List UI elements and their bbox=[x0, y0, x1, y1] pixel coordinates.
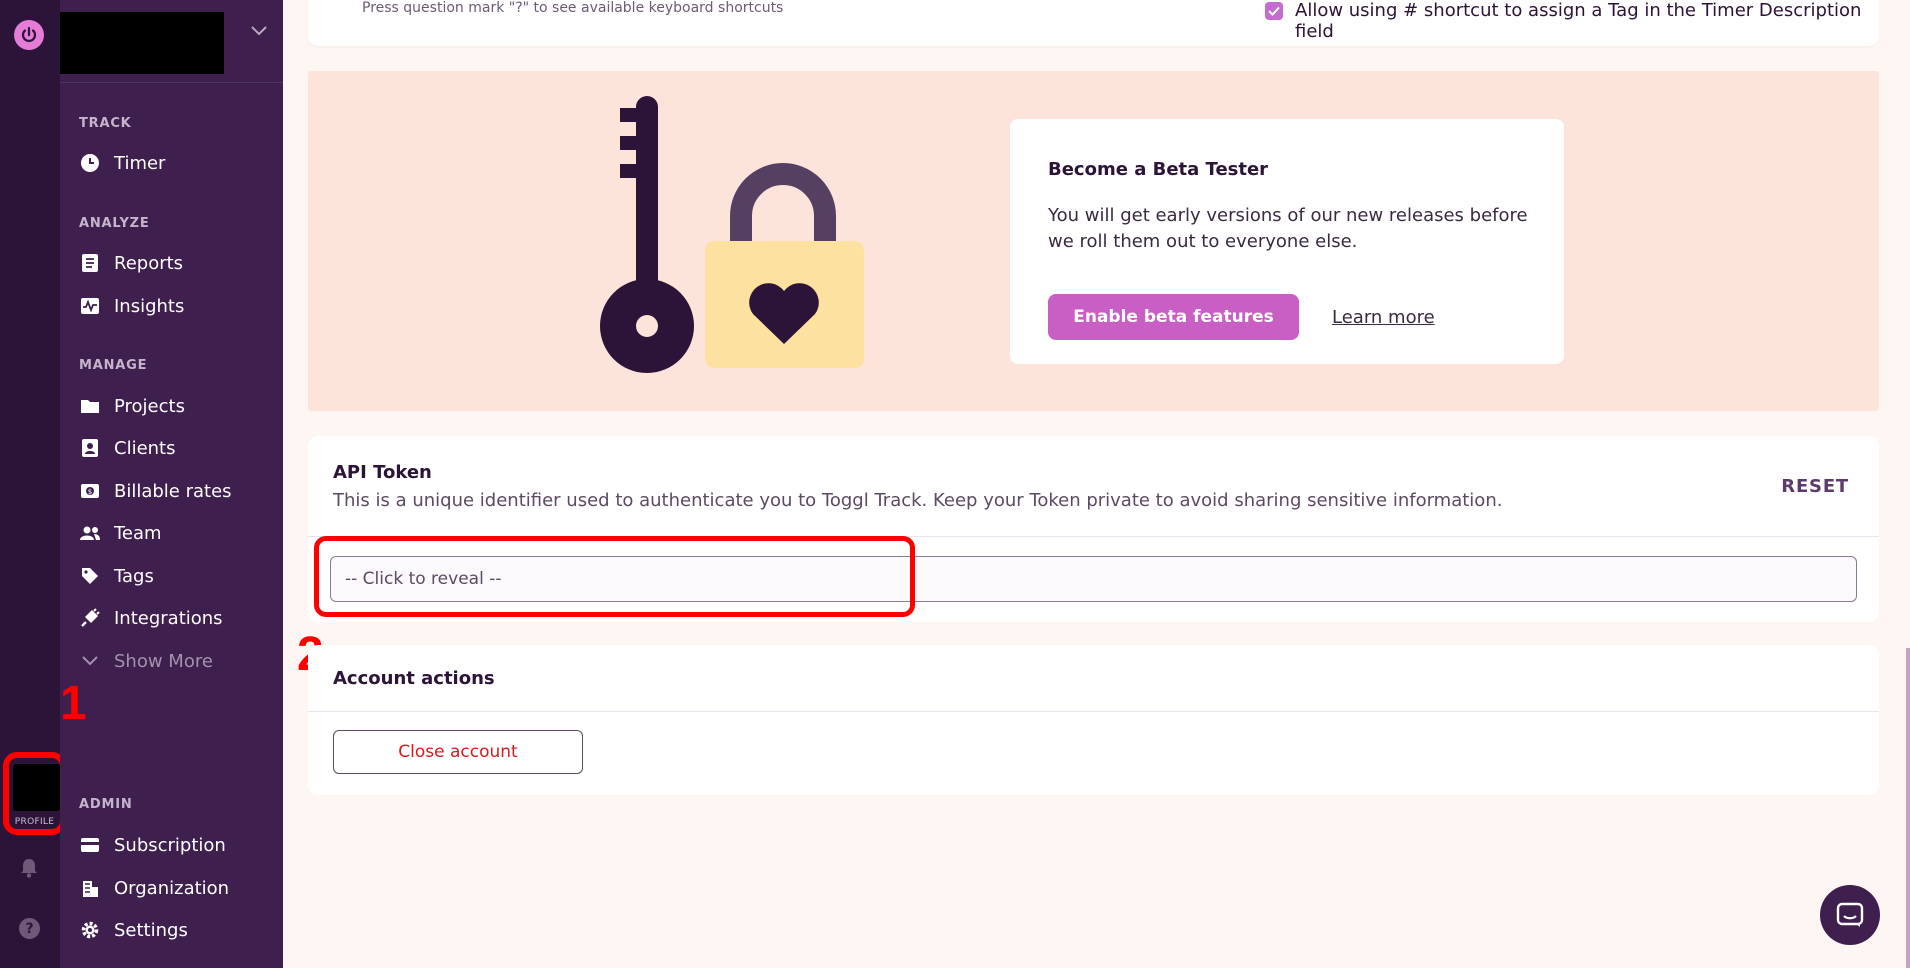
sidebar-item-clients[interactable]: Clients bbox=[79, 433, 176, 463]
report-icon bbox=[79, 252, 101, 274]
sidebar: TRACK Timer ANALYZE Reports Insights MAN… bbox=[60, 0, 283, 968]
reset-token-button[interactable]: RESET bbox=[1781, 476, 1849, 497]
account-actions-title: Account actions bbox=[333, 668, 495, 689]
divider bbox=[308, 711, 1879, 712]
sidebar-item-label: Show More bbox=[114, 650, 213, 672]
sidebar-item-label: Timer bbox=[114, 152, 166, 174]
beta-card: Become a Beta Tester You will get early … bbox=[1010, 119, 1564, 364]
bell-icon[interactable] bbox=[19, 857, 39, 883]
section-label-track: TRACK bbox=[79, 116, 132, 131]
section-label-analyze: ANALYZE bbox=[79, 216, 150, 231]
sidebar-item-label: Clients bbox=[114, 437, 176, 459]
sidebar-item-projects[interactable]: Projects bbox=[79, 391, 185, 421]
building-icon bbox=[79, 877, 101, 899]
beta-description: You will get early versions of our new r… bbox=[1048, 205, 1528, 252]
gear-icon bbox=[79, 919, 101, 941]
sidebar-item-label: Integrations bbox=[114, 607, 223, 629]
sidebar-item-billable-rates[interactable]: $ Billable rates bbox=[79, 476, 232, 506]
plug-icon bbox=[79, 607, 101, 629]
sidebar-item-label: Reports bbox=[114, 252, 184, 274]
power-icon[interactable] bbox=[14, 20, 44, 50]
annotation-highlight-box bbox=[314, 536, 915, 617]
annotation-number-1: 1 bbox=[60, 677, 87, 730]
sidebar-item-settings[interactable]: Settings bbox=[79, 915, 188, 945]
svg-text:$: $ bbox=[88, 488, 92, 496]
api-token-title: API Token bbox=[333, 462, 432, 483]
sidebar-item-subscription[interactable]: Subscription bbox=[79, 830, 226, 860]
shortcuts-card: Press question mark "?" to see available… bbox=[308, 0, 1879, 46]
sidebar-item-reports[interactable]: Reports bbox=[79, 248, 183, 278]
insights-icon bbox=[79, 295, 101, 317]
credit-card-icon bbox=[79, 834, 101, 856]
help-icon[interactable]: ? bbox=[19, 918, 40, 939]
chevron-down-icon bbox=[79, 650, 101, 672]
scrollbar[interactable] bbox=[1906, 648, 1910, 968]
avatar bbox=[13, 764, 60, 811]
profile-button[interactable]: PROFILE bbox=[3, 752, 66, 835]
sidebar-item-organization[interactable]: Organization bbox=[79, 873, 229, 903]
tag-icon bbox=[79, 565, 101, 587]
sidebar-item-integrations[interactable]: Integrations bbox=[79, 603, 223, 633]
beta-title: Become a Beta Tester bbox=[1048, 159, 1269, 180]
sidebar-item-label: Organization bbox=[114, 877, 230, 899]
profile-label: PROFILE bbox=[14, 817, 55, 827]
sidebar-item-label: Subscription bbox=[114, 834, 226, 856]
chevron-down-icon[interactable] bbox=[250, 22, 268, 41]
api-token-description: This is a unique identifier used to auth… bbox=[333, 490, 1503, 511]
section-label-manage: MANAGE bbox=[79, 358, 148, 373]
hash-shortcut-checkbox[interactable] bbox=[1265, 2, 1283, 20]
chat-icon[interactable] bbox=[1820, 885, 1880, 945]
folder-icon bbox=[79, 395, 101, 417]
sidebar-item-insights[interactable]: Insights bbox=[79, 291, 184, 321]
hash-shortcut-label: Allow using # shortcut to assign a Tag i… bbox=[1295, 0, 1862, 42]
sidebar-item-label: Team bbox=[114, 522, 162, 544]
close-account-button[interactable]: Close account bbox=[333, 730, 583, 774]
sidebar-item-label: Billable rates bbox=[114, 480, 232, 502]
learn-more-link[interactable]: Learn more bbox=[1332, 307, 1435, 328]
enable-beta-button[interactable]: Enable beta features bbox=[1048, 294, 1299, 340]
workspace-name-redacted bbox=[60, 12, 224, 74]
sidebar-item-label: Tags bbox=[114, 565, 154, 587]
key-lock-illustration bbox=[600, 96, 864, 373]
sidebar-item-timer[interactable]: Timer bbox=[79, 148, 165, 178]
workspace-switcher[interactable] bbox=[60, 0, 283, 83]
icon-rail: PROFILE ? bbox=[0, 0, 66, 968]
team-icon bbox=[79, 522, 101, 544]
sidebar-item-team[interactable]: Team bbox=[79, 518, 162, 548]
sidebar-item-label: Projects bbox=[114, 395, 185, 417]
billable-icon: $ bbox=[79, 480, 101, 502]
shortcut-hint: Press question mark "?" to see available… bbox=[362, 0, 784, 16]
sidebar-item-label: Settings bbox=[114, 919, 188, 941]
sidebar-item-label: Insights bbox=[114, 295, 185, 317]
clock-icon bbox=[79, 152, 101, 174]
sidebar-item-tags[interactable]: Tags bbox=[79, 561, 154, 591]
section-label-admin: ADMIN bbox=[79, 797, 133, 812]
account-actions-card: Account actions Close account bbox=[308, 645, 1879, 795]
sidebar-item-show-more[interactable]: Show More bbox=[79, 646, 213, 676]
client-icon bbox=[79, 437, 101, 459]
